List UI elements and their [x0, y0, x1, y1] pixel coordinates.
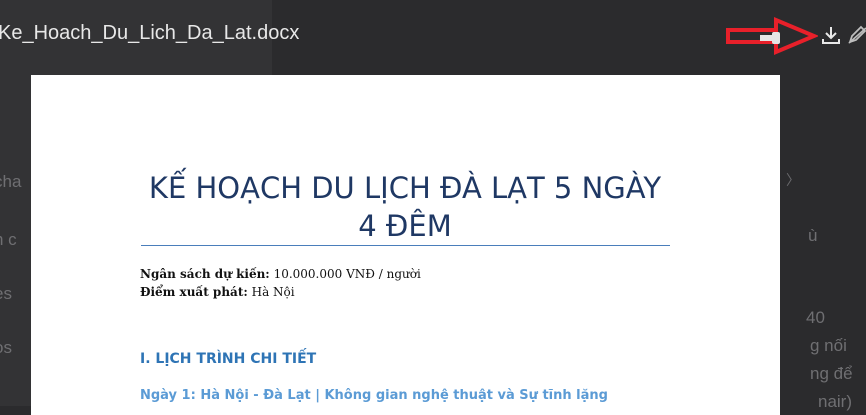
- budget-value: 10.000.000 VNĐ / người: [273, 267, 421, 281]
- budget-line: Ngân sách dự kiến: 10.000.000 VNĐ / ngườ…: [140, 267, 421, 281]
- background-text: nair): [818, 392, 853, 411]
- origin-label: Điểm xuất phát:: [140, 285, 248, 299]
- background-text: 40: [806, 308, 825, 327]
- edit-button[interactable]: [844, 22, 866, 48]
- background-text: h c: [0, 230, 17, 249]
- budget-label: Ngân sách dự kiến:: [140, 267, 270, 281]
- document-page[interactable]: KẾ HOẠCH DU LỊCH ĐÀ LẠT 5 NGÀY 4 ĐÊM Ngâ…: [31, 75, 780, 415]
- key-icon: [760, 31, 782, 44]
- background-text: es: [0, 284, 12, 303]
- preview-toolbar: Ke_Hoach_Du_Lich_Da_Lat.docx: [0, 0, 866, 70]
- origin-line: Điểm xuất phát: Hà Nội: [140, 285, 295, 299]
- file-title: Ke_Hoach_Du_Lich_Da_Lat.docx: [0, 22, 300, 44]
- background-text: ù: [808, 226, 818, 245]
- background-text: g nối: [810, 336, 847, 355]
- document-title: KẾ HOẠCH DU LỊCH ĐÀ LẠT 5 NGÀY 4 ĐÊM: [148, 171, 662, 243]
- pencil-icon: [848, 25, 866, 44]
- day-heading: Ngày 1: Hà Nội - Đà Lạt | Không gian ngh…: [140, 388, 608, 403]
- background-text: os: [0, 338, 12, 357]
- download-button[interactable]: [818, 22, 844, 48]
- background-text: cha: [0, 172, 22, 191]
- section-heading: I. LỊCH TRÌNH CHI TIẾT: [140, 351, 317, 367]
- chevron-right-icon: 〉: [786, 172, 800, 188]
- background-text: ng để: [810, 364, 853, 383]
- title-divider: [141, 245, 670, 246]
- download-icon: [822, 27, 840, 44]
- origin-value: Hà Nội: [251, 285, 295, 299]
